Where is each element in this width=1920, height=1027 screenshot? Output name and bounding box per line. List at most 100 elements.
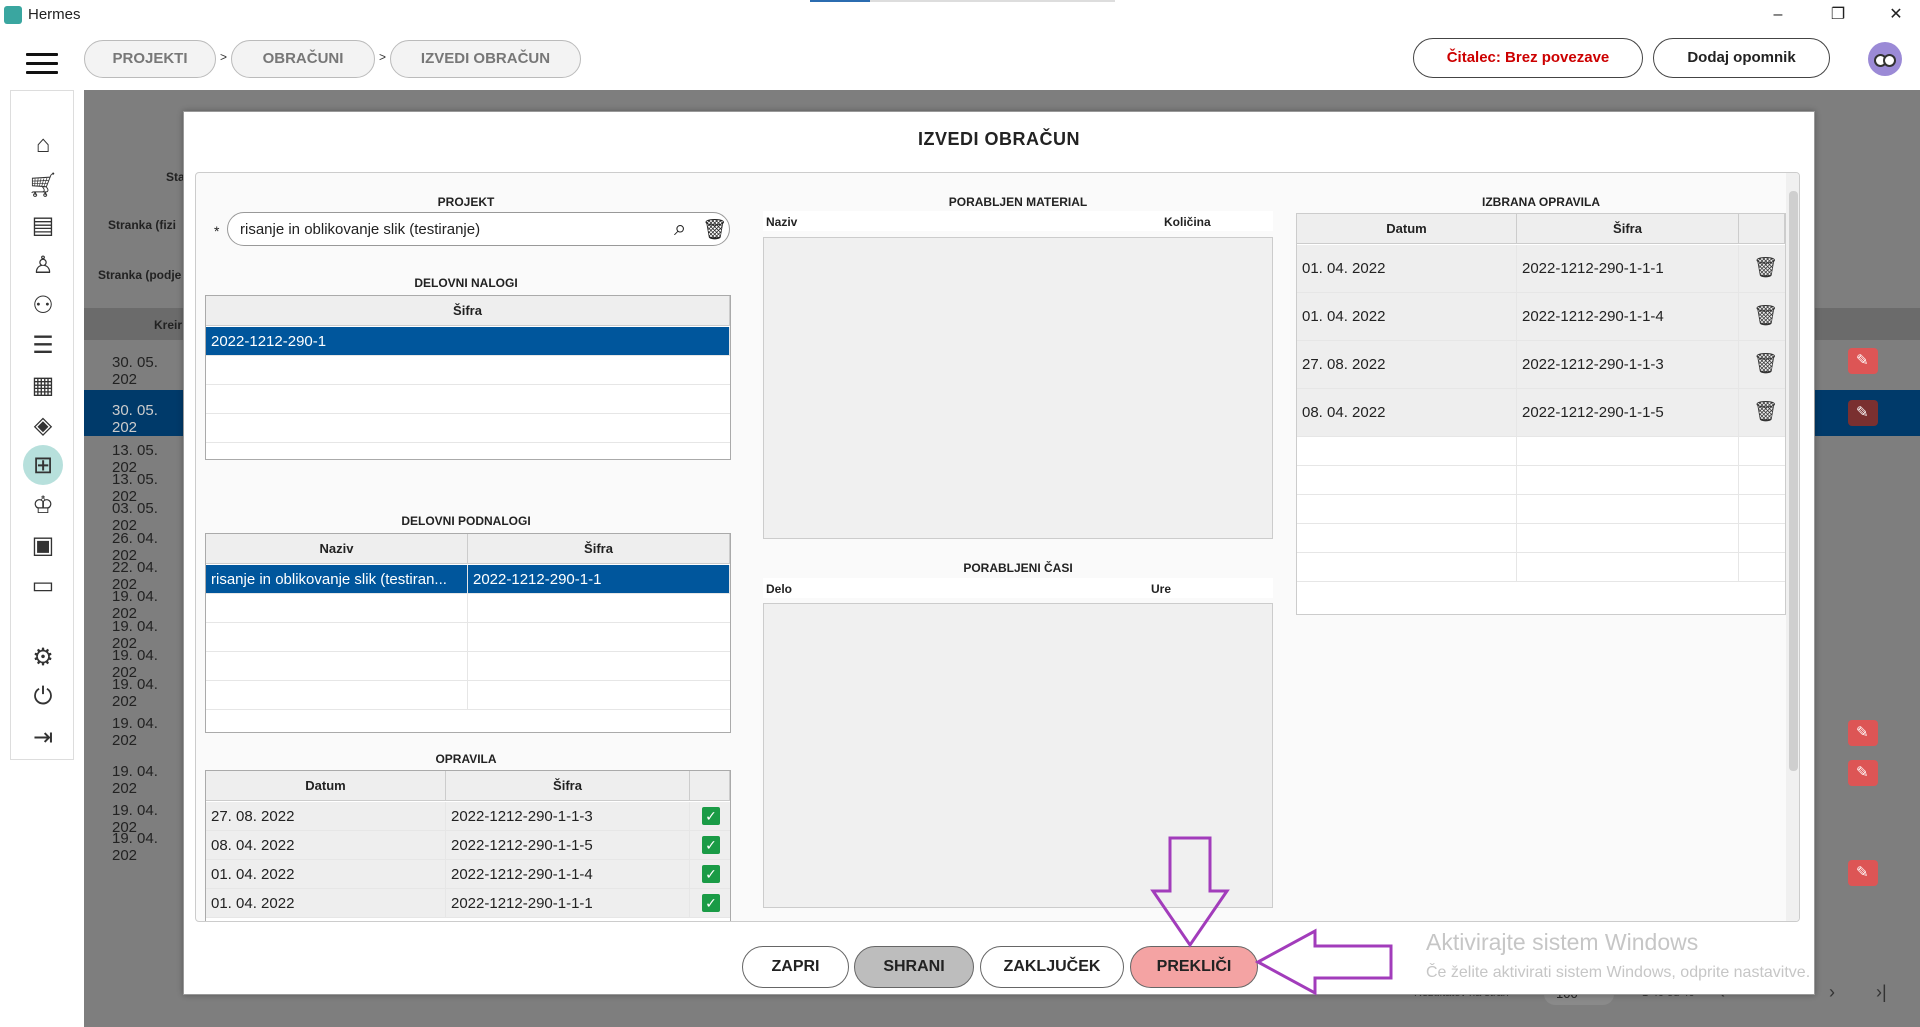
trash-icon[interactable]: 🗑︎ xyxy=(1753,402,1778,422)
edit-button[interactable] xyxy=(1848,860,1878,886)
column-header-check xyxy=(690,771,730,801)
close-window-button[interactable]: ✕ xyxy=(1876,2,1916,28)
last-page-icon[interactable]: ›| xyxy=(1876,982,1887,1003)
calendar-icon[interactable]: ▦ xyxy=(27,369,59,401)
breadcrumb-projekti[interactable]: PROJEKTI xyxy=(84,40,216,78)
hierarchy-icon[interactable]: ⊞ xyxy=(23,445,63,485)
cart-icon[interactable]: 🛒︎ xyxy=(27,169,59,201)
trash-icon[interactable]: 🗑︎ xyxy=(702,217,727,242)
trash-icon[interactable]: 🗑︎ xyxy=(1753,354,1778,374)
bg-row-date: 19. 04. 202 xyxy=(112,588,158,622)
table-row[interactable]: 01. 04. 2022 2022-1212-290-1-1-1 ✓ xyxy=(206,889,730,918)
column-header: Naziv xyxy=(206,534,468,564)
search-icon[interactable]: ⌕ xyxy=(674,215,686,241)
bg-row-date: 19. 04. 202 xyxy=(112,676,158,710)
layers-icon[interactable]: ◈ xyxy=(27,409,59,441)
minimize-button[interactable]: – xyxy=(1758,2,1798,28)
breadcrumb-separator: > xyxy=(220,50,228,64)
document-icon[interactable]: ▤ xyxy=(27,209,59,241)
projekt-value: risanje in oblikovanje slik (testiranje) xyxy=(240,221,481,238)
worker-icon[interactable]: ♔ xyxy=(27,489,59,521)
avatar[interactable] xyxy=(1868,42,1902,76)
bg-row-date: 30. 05. 202 xyxy=(112,354,158,388)
table-row[interactable]: 27. 08. 2022 2022-1212-290-1-1-3 🗑︎ xyxy=(1297,341,1785,389)
izvedi-obracun-dialog: IZVEDI OBRAČUN PROJEKT * risanje in obli… xyxy=(183,111,1815,995)
power-icon[interactable]: ⏻ xyxy=(27,681,59,713)
table-cell: 08. 04. 2022 xyxy=(1297,389,1517,437)
checkbox-checked-icon[interactable]: ✓ xyxy=(702,807,720,825)
menu-icon[interactable] xyxy=(26,53,58,75)
trash-icon[interactable]: 🗑︎ xyxy=(1753,258,1778,278)
column-header: Datum xyxy=(206,771,446,801)
column-header: Šifra xyxy=(1517,214,1739,244)
cancel-button[interactable]: PREKLIČI xyxy=(1130,946,1258,988)
breadcrumb-izvedi-obracun[interactable]: IZVEDI OBRAČUN xyxy=(390,40,581,78)
table-row[interactable]: 08. 04. 2022 2022-1212-290-1-1-5 ✓ xyxy=(206,831,730,860)
breadcrumb-obracuni[interactable]: OBRAČUNI xyxy=(231,40,375,78)
people-icon[interactable]: ⚇ xyxy=(27,289,59,321)
checkbox-checked-icon[interactable]: ✓ xyxy=(702,836,720,854)
dialog-title: IZVEDI OBRAČUN xyxy=(917,129,1080,149)
delovni-nalogi-title: DELOVNI NALOGI xyxy=(414,276,518,290)
edit-button[interactable] xyxy=(1848,760,1878,786)
porabljen-material-title: PORABLJEN MATERIAL xyxy=(948,195,1088,209)
person-icon[interactable]: ♙ xyxy=(27,249,59,281)
left-arrow-annotation xyxy=(1255,928,1393,996)
table-cell: 27. 08. 2022 xyxy=(1297,341,1517,389)
table-cell: 01. 04. 2022 xyxy=(206,889,446,918)
close-button[interactable]: ZAPRI xyxy=(742,946,849,988)
title-bar: Hermes – ❐ ✕ xyxy=(0,0,1920,30)
reader-status-button[interactable]: Čitalec: Brez povezave xyxy=(1413,38,1643,78)
save-button[interactable]: SHRANI xyxy=(854,946,974,988)
table-row[interactable]: 08. 04. 2022 2022-1212-290-1-1-5 🗑︎ xyxy=(1297,389,1785,437)
izbrana-opravila-title: IZBRANA OPRAVILA xyxy=(1482,195,1600,209)
opravila-title: OPRAVILA xyxy=(435,752,497,766)
table-cell: 27. 08. 2022 xyxy=(206,802,446,831)
column-header: Naziv xyxy=(766,215,798,229)
dialog-body: PROJEKT * risanje in oblikovanje slik (t… xyxy=(195,172,1800,922)
finish-button[interactable]: ZAKLJUČEK xyxy=(980,946,1124,988)
restore-button[interactable]: ❐ xyxy=(1818,2,1858,28)
table-cell: 2022-1212-290-1-1 xyxy=(468,565,730,594)
next-page-icon[interactable]: › xyxy=(1829,982,1835,1003)
table-row[interactable]: 27. 08. 2022 2022-1212-290-1-1-3 ✓ xyxy=(206,802,730,831)
table-row[interactable]: 01. 04. 2022 2022-1212-290-1-1-4 ✓ xyxy=(206,860,730,889)
scrollbar[interactable] xyxy=(1786,173,1799,921)
bg-label: Sta xyxy=(166,170,185,184)
table-row[interactable]: 2022-1212-290-1 xyxy=(206,327,730,356)
column-header: Šifra xyxy=(446,771,690,801)
briefcase-icon[interactable]: ▣ xyxy=(27,529,59,561)
table-row[interactable]: 01. 04. 2022 2022-1212-290-1-1-4 🗑︎ xyxy=(1297,293,1785,341)
projekt-field[interactable]: risanje in oblikovanje slik (testiranje)… xyxy=(227,212,730,246)
bg-row-date: 19. 04. 202 xyxy=(112,830,158,864)
table-cell: 2022-1212-290-1-1-1 xyxy=(446,889,690,918)
edit-button[interactable] xyxy=(1848,720,1878,746)
bg-row-date: 30. 05. 202 xyxy=(112,402,158,436)
column-header: Delo xyxy=(766,582,793,596)
gear-icon[interactable]: ⚙ xyxy=(27,641,59,673)
table-cell: 2022-1212-290-1-1-5 xyxy=(446,831,690,860)
table-cell: 2022-1212-290-1-1-3 xyxy=(446,802,690,831)
table-cell: 2022-1212-290-1-1-4 xyxy=(1517,293,1739,341)
table-cell: 01. 04. 2022 xyxy=(206,860,446,889)
column-header-action xyxy=(1739,214,1785,244)
add-reminder-button[interactable]: Dodaj opomnik xyxy=(1653,38,1830,78)
table-row[interactable]: risanje in oblikovanje slik (testiran...… xyxy=(206,565,730,594)
checkbox-checked-icon[interactable]: ✓ xyxy=(702,865,720,883)
porabljeni-casi-title: PORABLJENI ČASI xyxy=(963,561,1073,575)
home-icon[interactable]: ⌂ xyxy=(27,129,59,161)
trash-icon[interactable]: 🗑︎ xyxy=(1753,306,1778,326)
chat-icon[interactable]: ▭ xyxy=(27,569,59,601)
table-row[interactable]: 01. 04. 2022 2022-1212-290-1-1-1 🗑︎ xyxy=(1297,245,1785,293)
izbrana-opravila-table: Datum Šifra 01. 04. 2022 2022-1212-290-1… xyxy=(1296,213,1786,615)
table-cell: 2022-1212-290-1-1-1 xyxy=(1517,245,1739,293)
opravila-table: Datum Šifra 27. 08. 2022 2022-1212-290-1… xyxy=(205,770,731,921)
edit-button[interactable] xyxy=(1848,348,1878,374)
list-icon[interactable]: ☰ xyxy=(27,329,59,361)
checkbox-checked-icon[interactable]: ✓ xyxy=(702,894,720,912)
loading-progress xyxy=(810,0,1115,2)
windows-watermark-title: Aktivirajte sistem Windows xyxy=(1426,929,1699,955)
logout-icon[interactable]: ⇥ xyxy=(27,721,59,753)
porabljen-material-list xyxy=(763,237,1273,539)
edit-button[interactable] xyxy=(1848,400,1878,426)
